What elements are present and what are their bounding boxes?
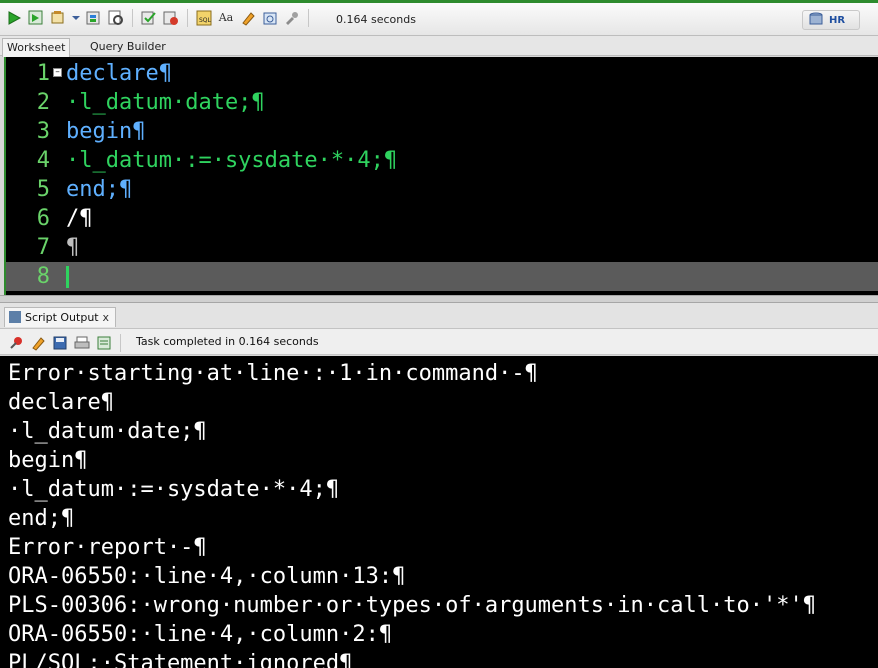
sql-tuning-icon[interactable] <box>108 10 124 26</box>
line-number: 1 <box>36 61 50 86</box>
clear-icon[interactable] <box>240 10 256 26</box>
output-line: end;¶ <box>8 506 75 531</box>
run-script-icon[interactable] <box>28 10 44 26</box>
commit-icon[interactable] <box>141 10 157 26</box>
output-line: PLS-00306:·wrong·number·or·types·of·argu… <box>8 593 816 618</box>
save-icon[interactable] <box>52 335 68 351</box>
output-tab-label: Script Output <box>25 311 99 324</box>
output-line: declare¶ <box>8 390 114 415</box>
editor-line: 5 end;¶ <box>6 175 878 204</box>
svg-text:SQL: SQL <box>199 17 212 24</box>
editor-line: 2 ·l_datum·date;¶ <box>6 88 878 117</box>
script-output-icon <box>9 311 21 323</box>
code-text: ¶ <box>66 235 80 260</box>
rollback-icon[interactable] <box>163 10 179 26</box>
code-text: ·l_datum·date;¶ <box>66 90 265 115</box>
editor-line: 4 ·l_datum·:=·sysdate·*·4;¶ <box>6 146 878 175</box>
editor-line: 3 begin¶ <box>6 117 878 146</box>
code-text: declare¶ <box>66 61 172 86</box>
toolbar-icons: SQL Aa <box>6 9 311 27</box>
line-number: 6 <box>36 206 50 231</box>
explain-plan-icon[interactable] <box>86 10 102 26</box>
line-number: 4 <box>36 148 50 173</box>
sql-icon[interactable]: SQL <box>196 10 212 26</box>
toolbar-separator <box>308 9 309 27</box>
panel-splitter[interactable] <box>0 295 878 303</box>
tools-icon[interactable] <box>284 10 300 26</box>
line-number: 8 <box>36 264 50 289</box>
editor-line: 6 /¶ <box>6 204 878 233</box>
output-line: ORA-06550:·line·4,·column·2:¶ <box>8 622 393 647</box>
worksheet-tabs: Worksheet Query Builder <box>0 36 878 57</box>
autotrace-icon[interactable] <box>50 10 66 26</box>
line-number: 2 <box>36 90 50 115</box>
toolbar-separator <box>132 9 133 27</box>
script-output-area[interactable]: Error·starting·at·line·:·1·in·command·-¶… <box>0 356 878 668</box>
tab-query-builder[interactable]: Query Builder <box>86 38 170 56</box>
execution-time: 0.164 seconds <box>336 13 416 26</box>
output-line: ·l_datum·:=·sysdate·*·4;¶ <box>8 477 340 502</box>
output-line: Error·report·-¶ <box>8 535 207 560</box>
main-toolbar: SQL Aa 0.164 seconds HR <box>0 0 878 36</box>
run-statement-icon[interactable] <box>6 10 22 26</box>
text-caret <box>66 266 69 288</box>
output-line: ORA-06550:·line·4,·column·13:¶ <box>8 564 406 589</box>
code-text: begin¶ <box>66 119 146 144</box>
code-text: end;¶ <box>66 177 133 202</box>
output-line: begin¶ <box>8 448 88 473</box>
tab-worksheet[interactable]: Worksheet <box>2 38 71 57</box>
current-line: 8 <box>6 262 878 291</box>
connection-selector[interactable]: HR <box>802 10 860 30</box>
output-toolbar: Task completed in 0.164 seconds <box>0 329 878 355</box>
editor-line: 1 − declare¶ <box>6 59 878 88</box>
open-in-worksheet-icon[interactable] <box>96 335 112 351</box>
output-toolbar-icons <box>8 334 123 352</box>
editor-line: 7 ¶ <box>6 233 878 262</box>
code-text: /¶ <box>66 206 93 231</box>
dropdown-arrow-icon[interactable] <box>72 10 80 26</box>
format-icon[interactable]: Aa <box>218 10 234 26</box>
code-editor[interactable]: 1 − declare¶ 2 ·l_datum·date;¶ 3 begin¶ … <box>4 57 878 295</box>
output-line: PL/SQL:·Statement·ignored¶ <box>8 651 353 668</box>
line-number: 3 <box>36 119 50 144</box>
fold-icon[interactable]: − <box>53 68 62 77</box>
line-number: 7 <box>36 235 50 260</box>
code-text: ·l_datum·:=·sysdate·*·4;¶ <box>66 148 398 173</box>
line-number: 5 <box>36 177 50 202</box>
database-icon <box>809 12 823 29</box>
connection-name: HR <box>829 14 846 26</box>
toolbar-separator <box>120 334 121 352</box>
pin-icon[interactable] <box>8 335 24 351</box>
close-icon[interactable]: x <box>102 308 109 328</box>
output-line: Error·starting·at·line·:·1·in·command·-¶ <box>8 361 538 386</box>
output-line: ·l_datum·date;¶ <box>8 419 207 444</box>
task-status: Task completed in 0.164 seconds <box>136 335 319 348</box>
history-icon[interactable] <box>262 10 278 26</box>
output-tab-bar: Script Output x <box>0 303 878 329</box>
toolbar-separator <box>187 9 188 27</box>
tab-script-output[interactable]: Script Output x <box>4 307 116 327</box>
clear-output-icon[interactable] <box>30 335 46 351</box>
print-icon[interactable] <box>74 335 90 351</box>
